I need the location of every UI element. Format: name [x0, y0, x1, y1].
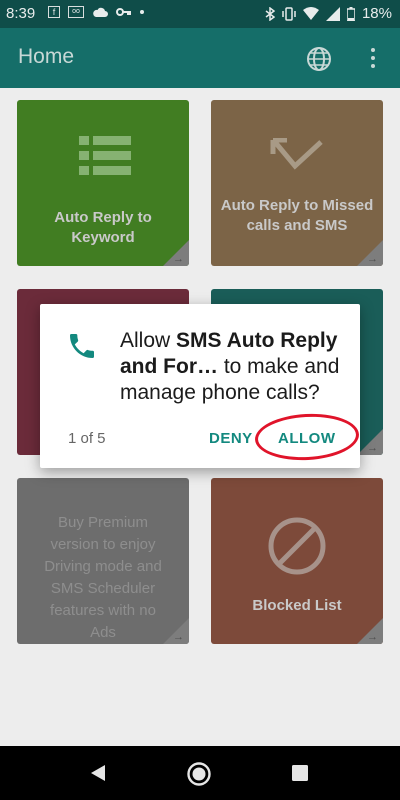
tile-label: Auto Reply to Missed calls and SMS: [220, 197, 374, 234]
cloud-icon: [93, 7, 108, 17]
bluetooth-icon: [265, 6, 275, 21]
permission-message: Allow SMS Auto Reply and For… to make an…: [120, 329, 340, 404]
back-icon[interactable]: [89, 764, 107, 782]
more-vert-icon[interactable]: [362, 46, 384, 70]
tile-label: Auto Reply to Keyword: [54, 209, 152, 246]
signal-icon: [325, 6, 340, 21]
facebook-icon: f: [48, 6, 60, 18]
block-icon: [268, 517, 326, 575]
battery-icon: [346, 6, 355, 21]
arrow-right-icon: →: [173, 631, 184, 643]
tile-blocked-list[interactable]: Blocked List →: [211, 478, 383, 644]
globe-icon[interactable]: [306, 46, 332, 72]
deny-button[interactable]: DENY: [209, 430, 253, 447]
permission-counter: 1 of 5: [68, 430, 106, 447]
tile-premium[interactable]: Buy Premium version to enjoy Driving mod…: [17, 478, 189, 644]
app-bar: Home: [0, 28, 400, 88]
key-icon: [116, 8, 131, 16]
system-status-icons: 18%: [265, 5, 392, 22]
arrow-right-icon: →: [367, 631, 378, 643]
page-title: Home: [18, 45, 75, 68]
navigation-bar: [0, 746, 400, 800]
arrow-right-icon: →: [173, 253, 184, 265]
list-icon: [79, 136, 131, 175]
dot-icon: [140, 10, 144, 14]
status-bar: 8:39 f oo 18%: [0, 0, 400, 28]
battery-percent: 18%: [361, 5, 392, 22]
tile-auto-reply-keyword[interactable]: Auto Reply to Keyword →: [17, 100, 189, 266]
tile-auto-reply-missed[interactable]: Auto Reply to Missed calls and SMS →: [211, 100, 383, 266]
tile-label: Blocked List: [252, 597, 342, 614]
status-time: 8:39: [6, 5, 36, 22]
arrow-right-icon: →: [367, 253, 378, 265]
phone-icon: [70, 334, 94, 358]
home-icon[interactable]: [186, 761, 212, 787]
premium-promo-text: Buy Premium version to enjoy Driving mod…: [44, 514, 162, 641]
wifi-icon: [302, 7, 319, 20]
voicemail-icon: oo: [68, 6, 84, 18]
missed-call-icon: [270, 138, 323, 170]
recents-icon[interactable]: [292, 765, 308, 781]
arrow-right-icon: →: [367, 442, 378, 454]
vibrate-icon: [282, 6, 296, 21]
notification-icons: f oo: [48, 6, 144, 18]
